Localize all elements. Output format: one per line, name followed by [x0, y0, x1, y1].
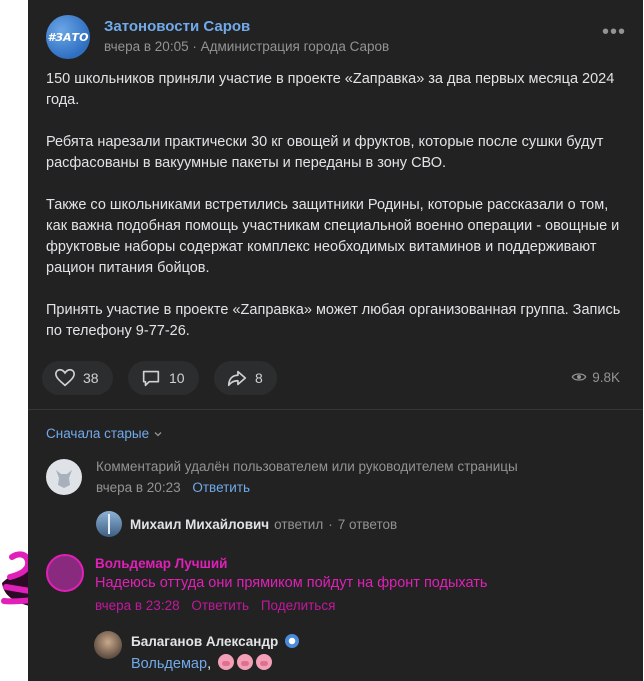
thread-author-name[interactable]: Михаил Михайлович — [130, 517, 269, 532]
views-count: 9.8K — [592, 369, 620, 385]
voldemar-comment-text: Надеюсь оттуда они прямиком пойдут на фр… — [95, 575, 488, 591]
balaganov-avatar[interactable] — [94, 631, 122, 659]
post-actions: 38 10 8 9.8K — [42, 361, 622, 395]
eye-icon — [571, 373, 587, 381]
reply-link[interactable]: Ответить — [191, 598, 249, 613]
deleted-comment-text: Комментарий удалён пользователем или рук… — [96, 459, 518, 474]
comment-time[interactable]: вчера в 20:23 — [96, 480, 181, 495]
sort-label: Сначала старые — [46, 426, 150, 441]
voldemar-name[interactable]: Вольдемар Лучший — [95, 556, 227, 571]
thread-replies-count[interactable]: 7 ответов — [338, 517, 397, 532]
badge-icon — [285, 634, 300, 648]
group-name[interactable]: Затоновости Саров — [104, 18, 250, 35]
voldemar-avatar[interactable] — [46, 554, 84, 592]
voldemar-comment-meta: вчера в 23:28 Ответить Поделиться — [95, 598, 335, 613]
share-count: 8 — [255, 370, 263, 386]
comment-time[interactable]: вчера в 23:28 — [95, 598, 180, 613]
views-counter: 9.8K — [571, 369, 620, 385]
deleted-user-avatar — [46, 459, 82, 495]
balaganov-name-text: Балаганов Александр — [131, 634, 279, 649]
mention-comma: , — [207, 656, 212, 672]
thread-avatar — [96, 511, 122, 537]
post-paragraph: Принять участие в проекте «Zаправка» мож… — [46, 302, 621, 339]
divider — [28, 409, 643, 410]
comment-button[interactable]: 10 — [128, 361, 199, 395]
meta-separator: · — [192, 39, 197, 54]
deleted-comment: Комментарий удалён пользователем или рук… — [46, 459, 636, 499]
chevron-down-icon — [154, 431, 162, 436]
post-paragraph: Ребята нарезали практически 30 кг овощей… — [46, 134, 604, 171]
pig-emoji-icon — [218, 654, 235, 670]
heart-icon — [55, 368, 75, 387]
post-time[interactable]: вчера в 20:05 — [104, 39, 189, 54]
deleted-comment-meta: вчера в 20:23 Ответить — [96, 480, 250, 495]
reply-link[interactable]: Ответить — [192, 480, 250, 495]
thread-reply-row[interactable]: Михаил Михайлович ответил · 7 ответов — [96, 511, 397, 537]
thread-action: ответил — [274, 516, 324, 532]
post-paragraph: 150 школьников приняли участие в проекте… — [46, 71, 615, 108]
share-icon — [227, 370, 247, 387]
post-author[interactable]: Администрация города Саров — [201, 39, 390, 54]
mention-link[interactable]: Вольдемар — [131, 656, 207, 672]
balaganov-name[interactable]: Балаганов Александр — [131, 634, 300, 649]
group-avatar[interactable]: #ЗАТО — [46, 15, 90, 59]
pig-emoji-icon — [256, 654, 273, 670]
thread-separator: · — [328, 516, 333, 532]
like-button[interactable]: 38 — [42, 361, 113, 395]
dog-placeholder-icon — [56, 470, 72, 488]
post-meta: вчера в 20:05 · Администрация города Сар… — [104, 39, 389, 54]
post-paragraph: Также со школьниками встретились защитни… — [46, 197, 620, 276]
comment-icon — [142, 370, 160, 387]
post-header: #ЗАТО Затоновости Саров вчера в 20:05 · … — [46, 15, 626, 59]
comments-sort[interactable]: Сначала старые — [46, 426, 163, 441]
share-button[interactable]: 8 — [214, 361, 277, 395]
balaganov-comment-text: Вольдемар, — [131, 654, 273, 672]
share-link[interactable]: Поделиться — [261, 598, 336, 613]
pig-emoji-icon — [237, 654, 254, 670]
post-text: 150 школьников приняли участие в проекте… — [46, 69, 631, 363]
comment-count: 10 — [169, 370, 185, 386]
more-options-icon[interactable]: ••• — [602, 22, 626, 42]
like-count: 38 — [83, 370, 99, 386]
